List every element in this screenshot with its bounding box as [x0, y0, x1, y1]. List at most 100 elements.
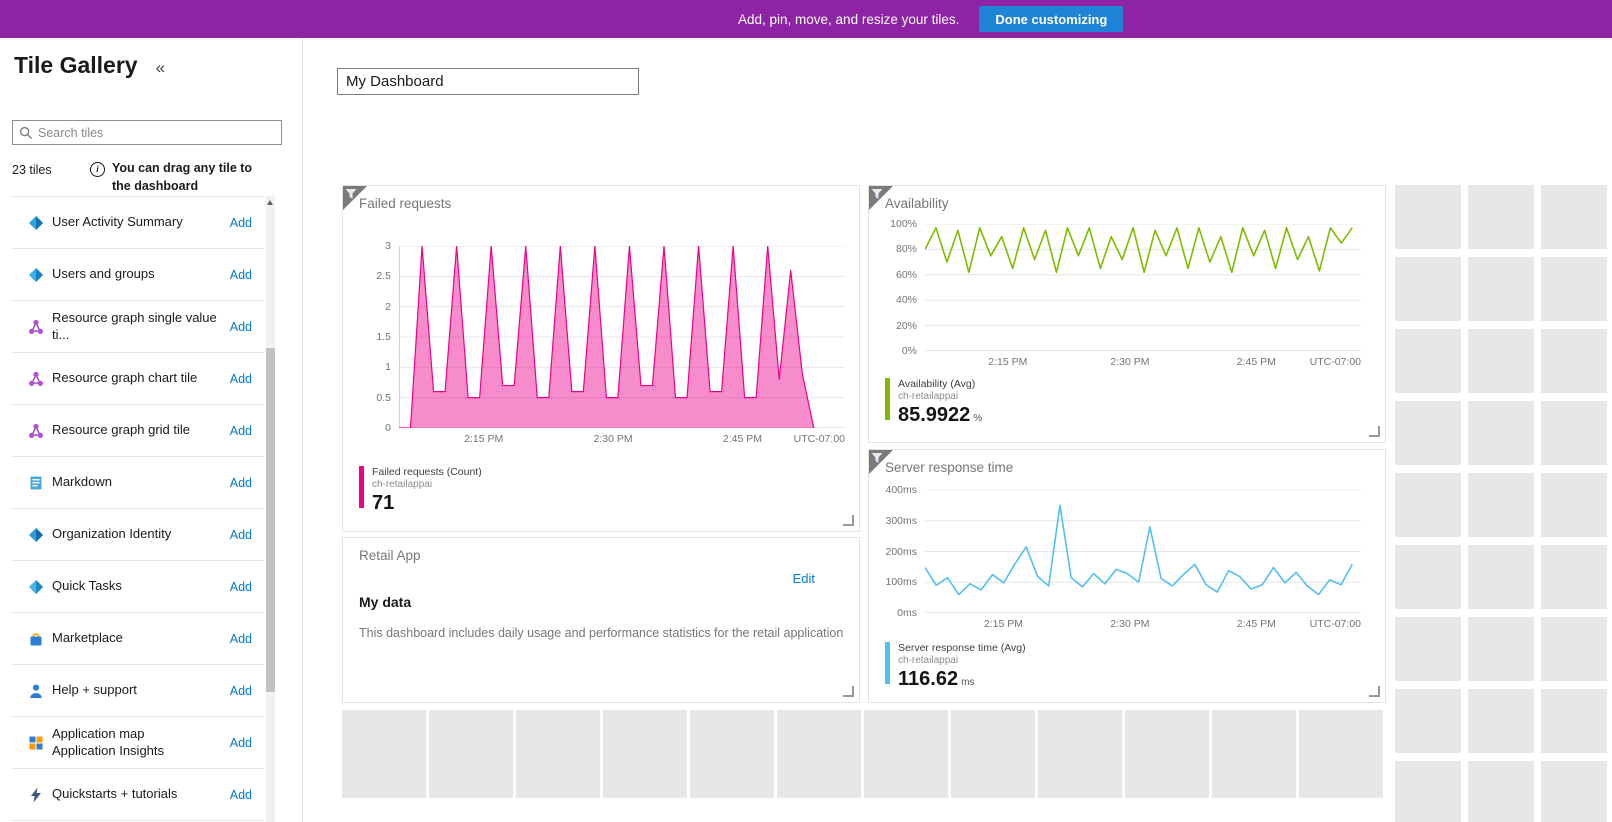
scrollbar-thumb[interactable]	[266, 348, 275, 692]
resize-handle[interactable]	[843, 686, 854, 697]
quickstarts-tutorials-icon	[28, 787, 44, 803]
tile-name: Users and groups	[52, 266, 230, 283]
resource-graph-chart-icon	[28, 371, 44, 387]
y-tick-label: 100ms	[885, 576, 917, 588]
panel-title: Tile Gallery	[14, 52, 138, 79]
tile-server-response-time[interactable]: Server response time 400ms300ms200ms100m…	[868, 449, 1386, 703]
sidebar-item-user-activity-summary[interactable]: User Activity SummaryAdd	[12, 197, 264, 249]
dashboard-title-input[interactable]	[337, 68, 639, 95]
sidebar-item-application-map[interactable]: Application mapApplication InsightsAdd	[12, 717, 264, 769]
legend-resource: ch-retailappai	[898, 391, 982, 402]
y-tick-label: 1	[385, 361, 391, 373]
markdown-icon	[28, 475, 44, 491]
failed-requests-chart: 32.521.510.502:15 PM2:30 PM2:45 PMUTC-07…	[359, 246, 845, 448]
funnel-glyph	[345, 188, 357, 200]
tile-name: Application mapApplication Insights	[52, 726, 230, 760]
x-axis-labels: 2:15 PM2:30 PM2:45 PMUTC-07:00	[925, 613, 1361, 633]
add-tile-link[interactable]: Add	[230, 788, 252, 802]
empty-grid-cell	[1541, 761, 1607, 822]
sidebar-item-quickstarts-tutorials[interactable]: Quickstarts + tutorialsAdd	[12, 769, 264, 821]
sidebar-item-resource-graph-chart-tile[interactable]: Resource graph chart tileAdd	[12, 353, 264, 405]
sidebar-item-markdown[interactable]: MarkdownAdd	[12, 457, 264, 509]
empty-grid-cell	[516, 710, 600, 798]
empty-grid-cell	[1541, 545, 1607, 609]
sidebar-item-quick-tasks[interactable]: Quick TasksAdd	[12, 561, 264, 613]
y-tick-label: 3	[385, 240, 391, 252]
empty-grid-cell	[1468, 257, 1534, 321]
markdown-heading: My data	[359, 594, 411, 610]
done-customizing-button[interactable]: Done customizing	[979, 6, 1123, 32]
add-tile-link[interactable]: Add	[230, 736, 252, 750]
tile-name: Quickstarts + tutorials	[52, 786, 230, 803]
sidebar-item-organization-identity[interactable]: Organization IdentityAdd	[12, 509, 264, 561]
empty-grid-cell	[1395, 617, 1461, 681]
x-axis-labels: 2:15 PM2:30 PM2:45 PMUTC-07:00	[925, 351, 1361, 371]
tile-name: Resource graph grid tile	[52, 422, 230, 439]
tile-availability[interactable]: Availability 100%80%60%40%20%0%2:15 PM2:…	[868, 185, 1386, 443]
resize-handle[interactable]	[843, 515, 854, 526]
drag-hint: i You can drag any tile to the dashboard	[90, 160, 274, 195]
x-tick-label: 2:15 PM	[988, 356, 1027, 368]
collapse-panel-icon[interactable]: «	[156, 58, 165, 78]
tile-failed-requests[interactable]: Failed requests 32.521.510.502:15 PM2:30…	[342, 185, 860, 532]
sidebar-item-help-support[interactable]: Help + supportAdd	[12, 665, 264, 717]
add-tile-link[interactable]: Add	[230, 632, 252, 646]
add-tile-link[interactable]: Add	[230, 372, 252, 386]
add-tile-link[interactable]: Add	[230, 476, 252, 490]
add-tile-link[interactable]: Add	[230, 320, 252, 334]
empty-grid-cell	[429, 710, 513, 798]
y-tick-label: 40%	[896, 294, 917, 306]
resize-handle[interactable]	[1369, 426, 1380, 437]
sidebar-item-users-and-groups[interactable]: Users and groupsAdd	[12, 249, 264, 301]
tile-title: Failed requests	[359, 196, 451, 211]
add-tile-link[interactable]: Add	[230, 580, 252, 594]
sidebar-item-marketplace[interactable]: MarketplaceAdd	[12, 613, 264, 665]
tile-list-scrollbar[interactable]	[266, 196, 275, 822]
scroll-up-icon[interactable]	[267, 200, 273, 205]
x-axis-labels: 2:15 PM2:30 PM2:45 PMUTC-07:00	[399, 428, 845, 448]
edit-tile-link[interactable]: Edit	[793, 571, 815, 586]
y-tick-label: 400ms	[885, 484, 917, 496]
legend-unit: %	[973, 413, 982, 424]
application-map-icon	[28, 735, 44, 751]
tile-title: Retail App	[359, 548, 421, 563]
empty-grid-cell	[1212, 710, 1296, 798]
tile-name: Organization Identity	[52, 526, 230, 543]
sidebar-item-resource-graph-grid-tile[interactable]: Resource graph grid tileAdd	[12, 405, 264, 457]
x-tick-label: 2:30 PM	[1110, 356, 1149, 368]
tile-retail-app[interactable]: Retail App Edit My data This dashboard i…	[342, 537, 860, 703]
add-tile-link[interactable]: Add	[230, 684, 252, 698]
add-tile-link[interactable]: Add	[230, 528, 252, 542]
legend-value: 71	[372, 492, 394, 515]
customize-banner: Add, pin, move, and resize your tiles. D…	[0, 0, 1612, 38]
x-tick-label: 2:30 PM	[1110, 618, 1149, 630]
empty-grid-cell	[1125, 710, 1209, 798]
funnel-glyph	[871, 452, 883, 464]
empty-grid-cell	[1468, 761, 1534, 822]
add-tile-link[interactable]: Add	[230, 268, 252, 282]
availability-chart: 100%80%60%40%20%0%2:15 PM2:30 PM2:45 PMU…	[885, 224, 1361, 371]
empty-grid-cell	[1395, 473, 1461, 537]
tile-name: Resource graph single value ti...	[52, 310, 230, 344]
empty-grid-cell	[1038, 710, 1122, 798]
empty-grid-cell	[1541, 689, 1607, 753]
sidebar-item-resource-graph-single-value-ti[interactable]: Resource graph single value ti...Add	[12, 301, 264, 353]
empty-grid-cell	[1395, 401, 1461, 465]
empty-grid-cell	[1468, 689, 1534, 753]
y-tick-label: 20%	[896, 320, 917, 332]
empty-grid-cell	[1395, 257, 1461, 321]
empty-grid-cell	[690, 710, 774, 798]
legend-metric: Availability (Avg)	[898, 378, 982, 390]
empty-grid-cell	[1468, 329, 1534, 393]
y-axis-labels: 100%80%60%40%20%0%	[885, 224, 925, 351]
funnel-glyph	[871, 188, 883, 200]
drag-hint-text: You can drag any tile to the dashboard	[112, 160, 274, 195]
x-tick-label: 2:15 PM	[464, 433, 503, 445]
markdown-body: This dashboard includes daily usage and …	[359, 626, 851, 640]
empty-grid-cell	[1541, 185, 1607, 249]
tile-title: Server response time	[885, 460, 1013, 475]
add-tile-link[interactable]: Add	[230, 424, 252, 438]
add-tile-link[interactable]: Add	[230, 216, 252, 230]
resize-handle[interactable]	[1369, 686, 1380, 697]
search-tiles-input[interactable]	[33, 125, 281, 141]
